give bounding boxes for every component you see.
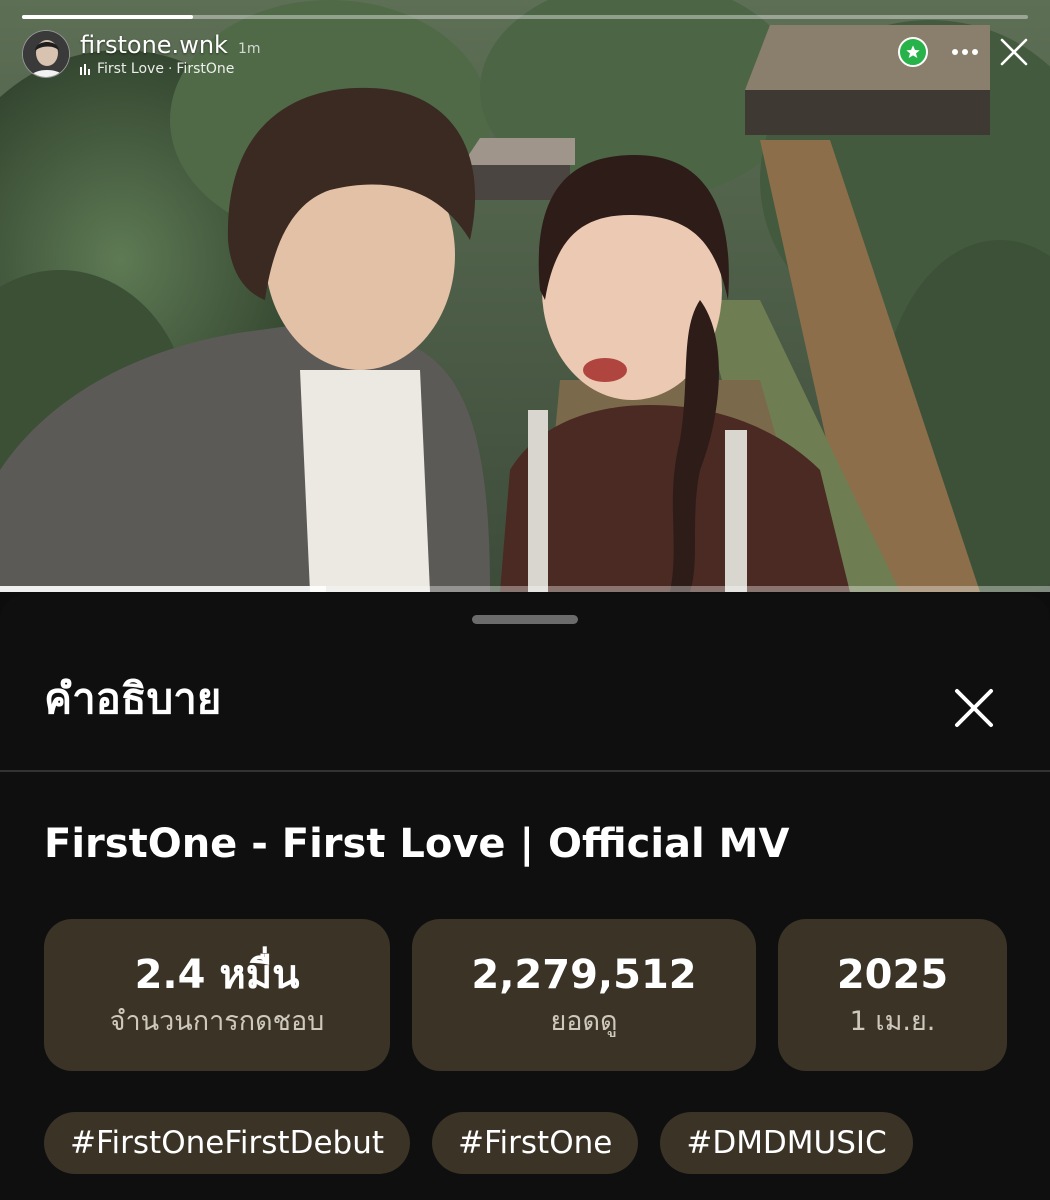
drag-handle[interactable] [472, 615, 578, 624]
views-label: ยอดดู [550, 1006, 618, 1038]
views-count: 2,279,512 [471, 952, 697, 999]
divider [0, 770, 1050, 772]
publish-date: 1 เม.ย. [849, 1006, 936, 1038]
avatar[interactable] [22, 30, 70, 78]
video-frame-image [0, 0, 1050, 592]
music-artist: FirstOne [176, 61, 235, 77]
close-icon[interactable] [998, 36, 1030, 68]
close-icon[interactable] [952, 686, 996, 730]
music-bars-icon [80, 63, 92, 75]
sheet-title: คำอธิบาย [44, 674, 222, 723]
story-progress-fill [22, 15, 194, 19]
hashtag-chip[interactable]: #FirstOneFirstDebut [44, 1112, 410, 1174]
likes-stat: 2.4 หมื่น จำนวนการกดชอบ [44, 919, 390, 1071]
video-progress-bar[interactable] [0, 586, 1050, 592]
video-title: FirstOne - First Love | Official MV [44, 821, 790, 867]
music-info[interactable]: First Love · FirstOne [80, 61, 260, 77]
likes-count: 2.4 หมื่น [134, 952, 300, 999]
publish-year: 2025 [836, 952, 949, 999]
likes-label: จำนวนการกดชอบ [109, 1006, 325, 1038]
video-progress-fill [0, 586, 326, 592]
story-progress-bar [22, 15, 1028, 19]
more-icon[interactable] [950, 37, 980, 67]
story-header-actions [898, 36, 1030, 68]
story-meta: firstone.wnk 1m First Love · FirstOne [80, 31, 260, 77]
time-ago: 1m [237, 41, 261, 57]
hashtag-list: #FirstOneFirstDebut #FirstOne #DMDMUSIC [44, 1112, 935, 1174]
hashtag-chip[interactable]: #DMDMUSIC [660, 1112, 913, 1174]
star-icon [898, 37, 928, 67]
avatar-image [23, 31, 69, 77]
story-header: firstone.wnk 1m First Love · FirstOne [22, 30, 260, 78]
hashtag-chip[interactable]: #FirstOne [432, 1112, 639, 1174]
story-user-row: firstone.wnk 1m [80, 31, 260, 59]
description-sheet: คำอธิบาย FirstOne - First Love | Officia… [0, 594, 1050, 1200]
date-stat: 2025 1 เม.ย. [778, 919, 1007, 1071]
story-video[interactable]: firstone.wnk 1m First Love · FirstOne [0, 0, 1050, 592]
separator-dot: · [167, 61, 173, 77]
music-title: First Love [97, 61, 164, 77]
username[interactable]: firstone.wnk [80, 31, 228, 59]
views-stat: 2,279,512 ยอดดู [412, 919, 756, 1071]
